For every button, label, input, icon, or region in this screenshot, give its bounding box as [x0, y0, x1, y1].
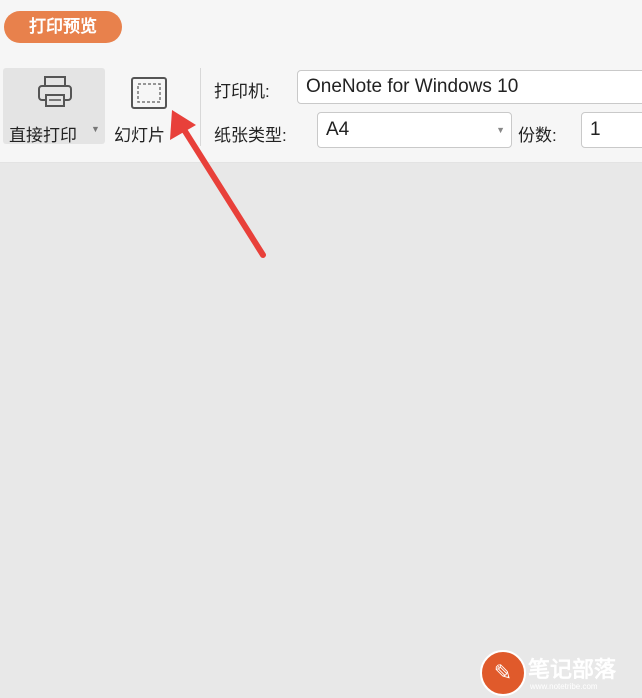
print-toolbar: 直接打印 ▼ 幻灯片 打印机: OneNote for Windows 10 纸…: [0, 58, 642, 163]
direct-print-button[interactable]: 直接打印 ▼: [3, 68, 105, 145]
chevron-down-icon[interactable]: ▼: [91, 124, 100, 134]
printer-label: 打印机:: [214, 82, 270, 101]
copies-input[interactable]: 1: [581, 112, 642, 148]
pencil-icon: ✎: [480, 650, 526, 696]
printer-icon: [36, 74, 74, 115]
chevron-down-icon[interactable]: ▼: [496, 113, 505, 147]
watermark-url: www.notetribe.com: [530, 682, 598, 691]
paper-type-label: 纸张类型:: [214, 126, 287, 145]
paper-type-value: A4: [326, 119, 350, 140]
print-preview-tab[interactable]: 打印预览: [4, 11, 122, 43]
top-bar: 打印预览: [0, 0, 642, 58]
slideshow-label: 幻灯片: [114, 126, 165, 145]
watermark-brand: 笔记部落: [528, 657, 617, 682]
toolbar-divider: [200, 68, 201, 146]
slideshow-button[interactable]: 幻灯片: [110, 68, 188, 145]
slideshow-icon: [130, 76, 168, 115]
copies-label: 份数:: [518, 126, 557, 145]
direct-print-label: 直接打印: [9, 126, 77, 145]
paper-type-select[interactable]: A4 ▼: [317, 112, 512, 148]
watermark: ✎ 笔记部落 www.notetribe.com: [480, 650, 642, 698]
printer-select[interactable]: OneNote for Windows 10: [297, 70, 642, 104]
